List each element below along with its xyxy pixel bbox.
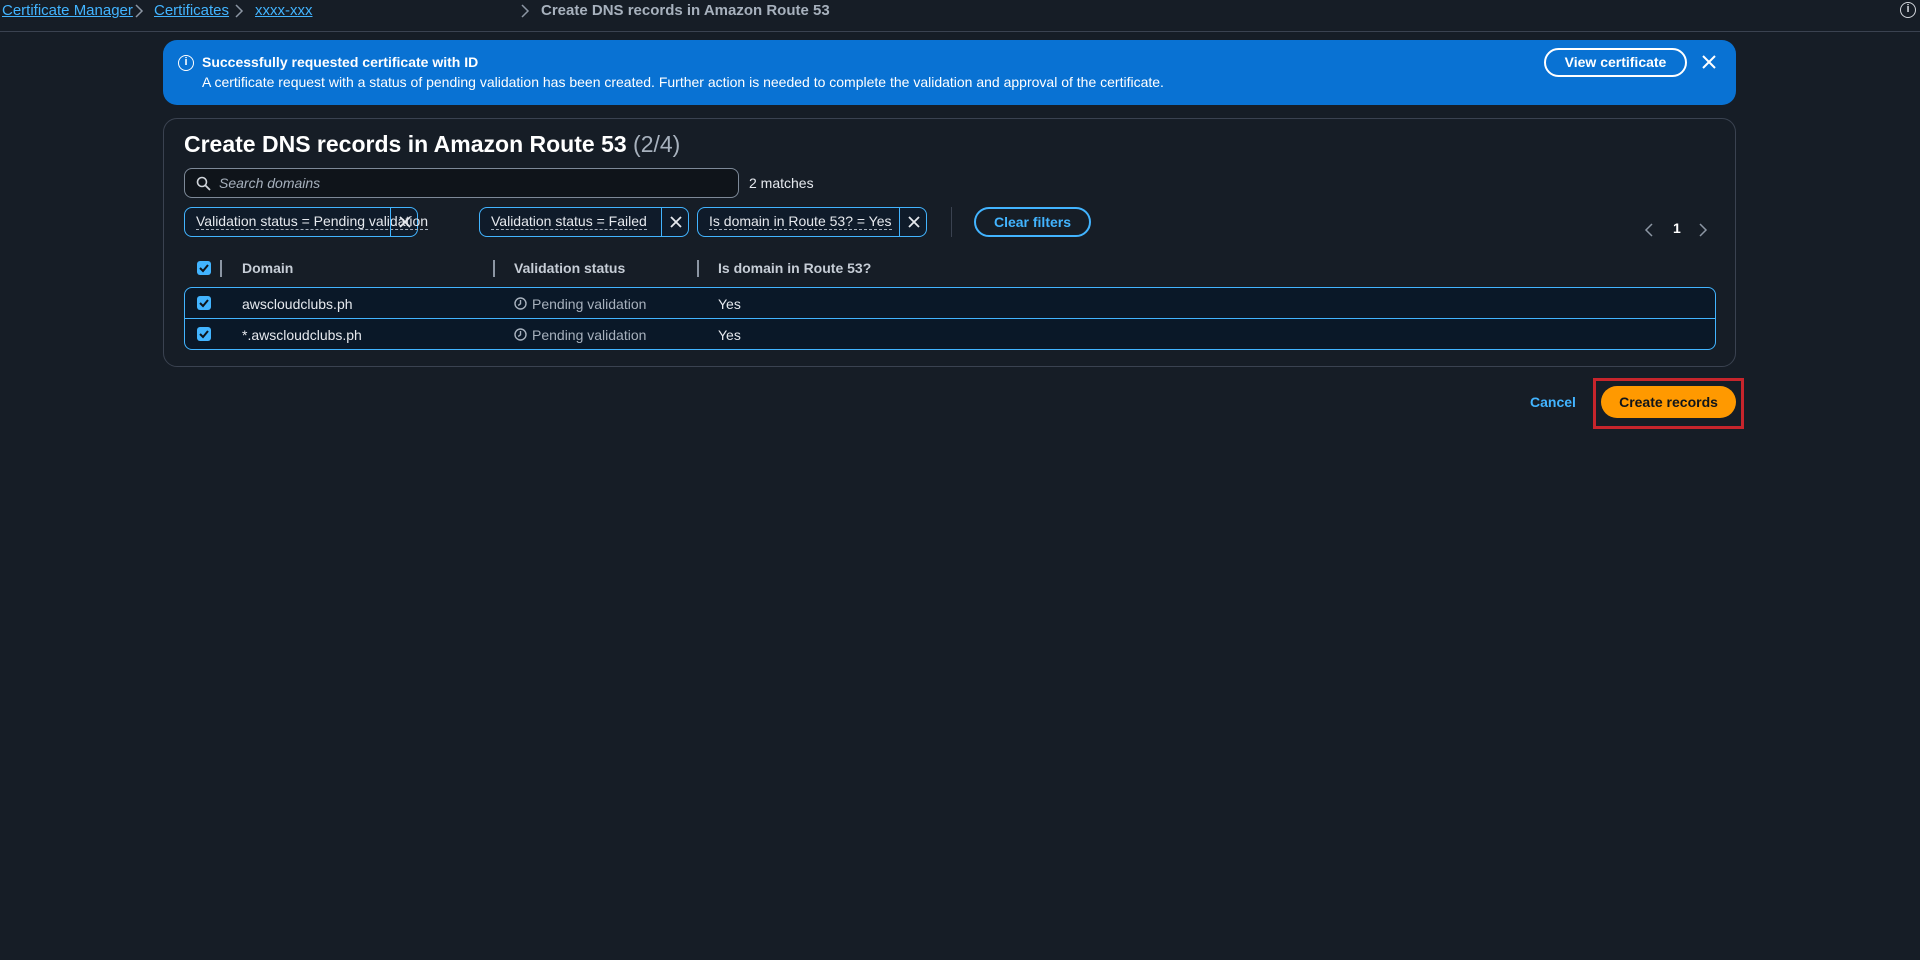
remove-filter-button[interactable]: [390, 208, 418, 236]
checkmark-icon: [199, 264, 209, 273]
column-header-domain[interactable]: Domain: [242, 260, 293, 276]
table-row[interactable]: *.awscloudclubs.ph Pending validation Ye…: [184, 318, 1716, 350]
clock-icon: [514, 328, 527, 341]
close-icon[interactable]: [1700, 53, 1718, 71]
breadcrumb-current: Create DNS records in Amazon Route 53: [541, 2, 830, 19]
column-divider[interactable]: [220, 260, 222, 277]
panel-title-text: Create DNS records in Amazon Route 53: [184, 131, 627, 157]
divider: [951, 207, 952, 237]
filter-token[interactable]: Validation status = Failed: [479, 207, 689, 237]
dns-records-panel: Create DNS records in Amazon Route 53 (2…: [163, 118, 1736, 367]
page-number[interactable]: 1: [1673, 220, 1681, 236]
search-box[interactable]: [184, 168, 739, 198]
search-input[interactable]: [219, 173, 719, 193]
chevron-right-icon: [235, 4, 244, 18]
close-icon: [670, 216, 682, 228]
select-all-checkbox[interactable]: [197, 261, 211, 275]
checkmark-icon: [199, 299, 209, 308]
chevron-right-icon[interactable]: [1698, 223, 1708, 237]
checkmark-icon: [199, 330, 209, 339]
matches-count: 2 matches: [749, 175, 814, 191]
success-flashbar: i Successfully requested certificate wit…: [163, 40, 1736, 105]
create-records-button[interactable]: Create records: [1601, 386, 1736, 418]
chevron-left-icon[interactable]: [1644, 223, 1654, 237]
view-certificate-button[interactable]: View certificate: [1544, 48, 1687, 77]
row-checkbox[interactable]: [197, 296, 211, 310]
remove-filter-button[interactable]: [899, 208, 927, 236]
breadcrumb-certificates[interactable]: Certificates: [154, 2, 229, 19]
domain-cell: *.awscloudclubs.ph: [242, 327, 362, 343]
validation-status-cell: Pending validation: [532, 327, 647, 343]
close-icon: [399, 216, 411, 228]
filter-token[interactable]: Validation status = Pending validation: [184, 207, 429, 237]
remove-filter-button[interactable]: [661, 208, 689, 236]
search-icon: [196, 176, 211, 191]
panel-title: Create DNS records in Amazon Route 53 (2…: [184, 131, 680, 158]
route53-cell: Yes: [718, 327, 741, 343]
clear-filters-button[interactable]: Clear filters: [974, 207, 1091, 237]
column-header-validation-status[interactable]: Validation status: [514, 260, 625, 276]
flash-message: A certificate request with a status of p…: [202, 74, 1164, 90]
flash-title: Successfully requested certificate with …: [202, 54, 479, 70]
route53-cell: Yes: [718, 296, 741, 312]
validation-status-cell: Pending validation: [532, 296, 647, 312]
filter-token[interactable]: Is domain in Route 53? = Yes: [697, 207, 927, 237]
breadcrumb-certificate-id[interactable]: xxxx-xxx: [255, 2, 313, 19]
chevron-right-icon: [135, 4, 144, 18]
info-icon[interactable]: i: [1900, 2, 1916, 18]
close-icon: [908, 216, 920, 228]
clock-icon: [514, 297, 527, 310]
table-row[interactable]: awscloudclubs.ph Pending validation Yes: [184, 287, 1716, 319]
domain-cell: awscloudclubs.ph: [242, 296, 353, 312]
breadcrumb-certificate-manager[interactable]: Certificate Manager: [2, 2, 133, 19]
filter-token-label[interactable]: Is domain in Route 53? = Yes: [709, 214, 892, 230]
cancel-button[interactable]: Cancel: [1523, 391, 1583, 413]
row-checkbox[interactable]: [197, 327, 211, 341]
selection-count: (2/4): [633, 131, 681, 157]
filter-token-label[interactable]: Validation status = Failed: [491, 214, 647, 230]
column-header-in-route53[interactable]: Is domain in Route 53?: [718, 260, 871, 276]
column-divider[interactable]: [697, 260, 699, 277]
info-icon: i: [178, 55, 194, 71]
breadcrumb-bar: Certificate Manager Certificates xxxx-xx…: [0, 0, 1920, 32]
chevron-right-icon: [521, 4, 530, 18]
column-divider[interactable]: [493, 260, 495, 277]
